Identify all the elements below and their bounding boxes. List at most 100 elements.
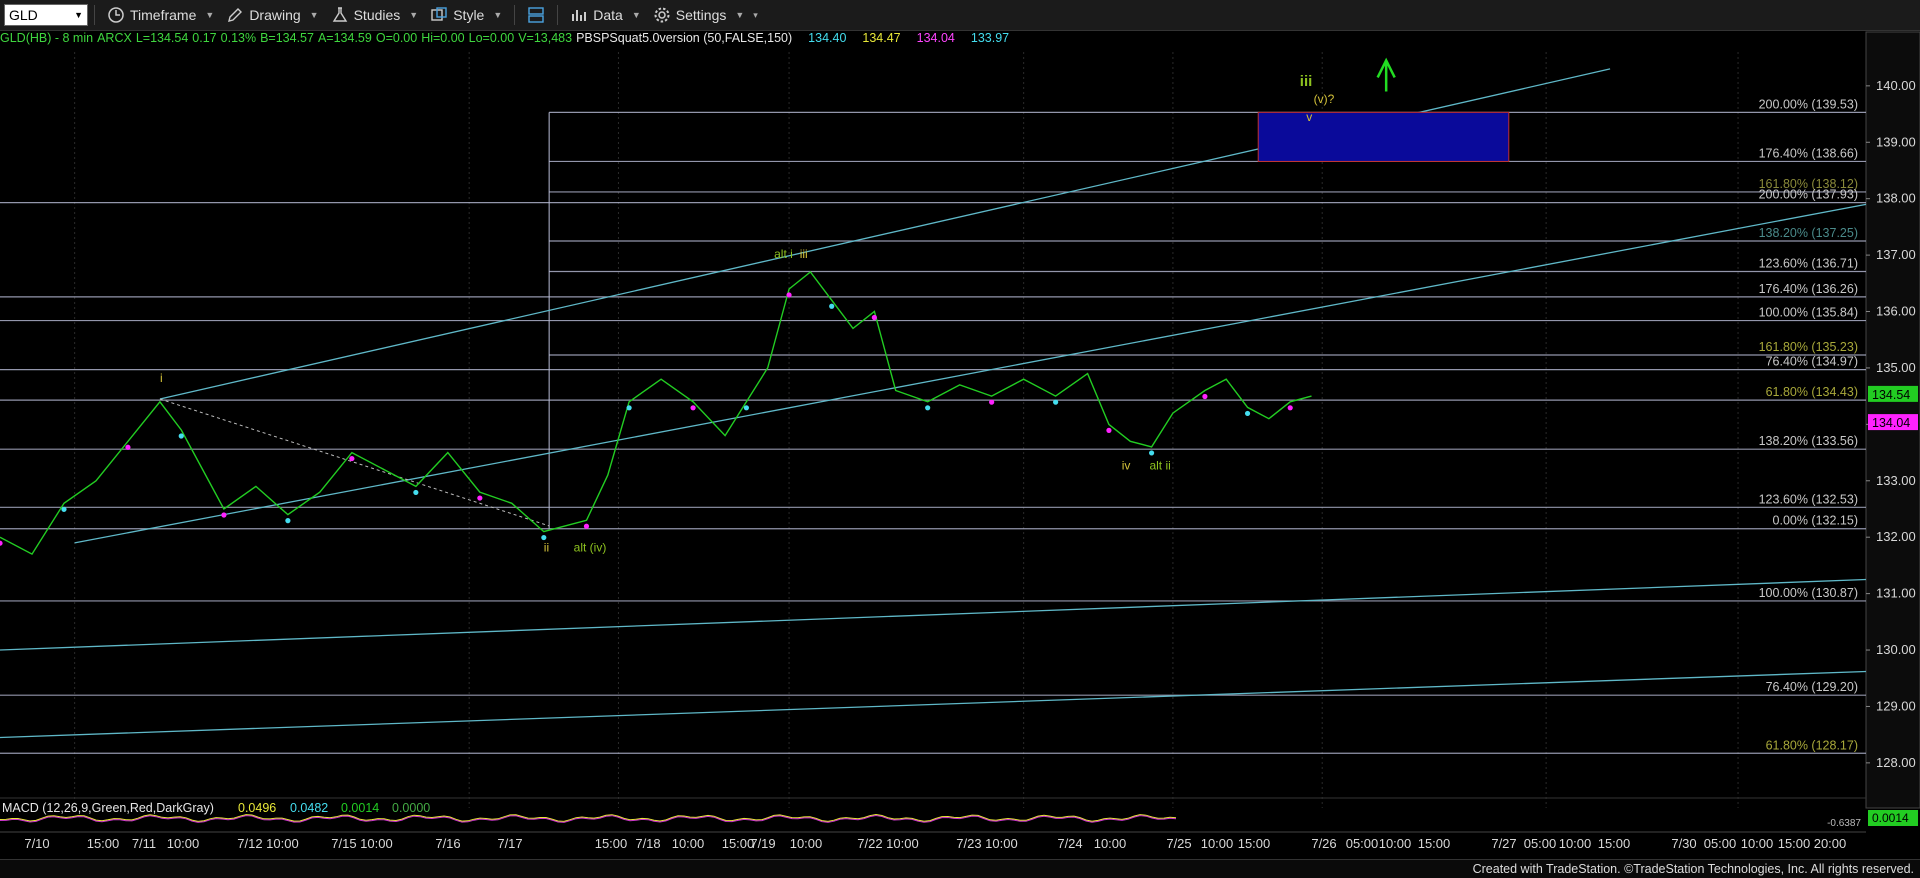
signal-dot bbox=[743, 405, 750, 411]
studies-label: Studies bbox=[353, 7, 401, 23]
exchange: ARCX bbox=[97, 31, 132, 45]
x-tick-label: 7/17 bbox=[497, 836, 522, 851]
y-tick-label: 130.00 bbox=[1876, 642, 1916, 657]
high-price: Hi=0.00 bbox=[421, 31, 465, 45]
symbol-selector[interactable]: GLD ▼ bbox=[4, 4, 88, 26]
fib-label: 61.80% (128.17) bbox=[1766, 738, 1858, 752]
y-tick-label: 136.00 bbox=[1876, 304, 1916, 319]
signal-dot bbox=[626, 405, 632, 411]
settings-label: Settings bbox=[675, 7, 727, 23]
x-tick-label: 15:00 bbox=[1598, 836, 1631, 851]
clock-icon bbox=[108, 7, 124, 23]
signal-dot bbox=[1053, 399, 1059, 405]
chevron-down-icon: ▼ bbox=[205, 10, 215, 20]
settings-button[interactable]: Settings ▼ ▾ bbox=[647, 3, 764, 27]
macd-value: 0.0496 bbox=[238, 801, 276, 815]
signal-dot bbox=[989, 399, 995, 405]
x-tick-label: 7/19 bbox=[750, 836, 775, 851]
pencil-icon bbox=[228, 8, 243, 22]
signal-dot bbox=[1244, 410, 1251, 417]
info-bar: GLD(HB) - 8 min ARCX L=134.54 0.17 0.13%… bbox=[0, 31, 1013, 49]
fib-label: 176.40% (138.66) bbox=[1759, 146, 1858, 160]
macd-tag-label: 0.0014 bbox=[1872, 811, 1909, 825]
fib-label: 123.60% (136.71) bbox=[1759, 256, 1858, 270]
fib-label: 161.80% (135.23) bbox=[1759, 340, 1858, 354]
bid-price: B=134.57 bbox=[260, 31, 314, 45]
x-tick-label: 10:00 bbox=[1094, 836, 1127, 851]
style-icon bbox=[431, 7, 447, 21]
macd-label: MACD (12,26,9,Green,Red,DarkGray) bbox=[2, 801, 214, 815]
x-tick-label: 05:00 bbox=[1346, 836, 1379, 851]
y-tick-label: 133.00 bbox=[1876, 473, 1916, 488]
fib-label: 138.20% (137.25) bbox=[1759, 226, 1858, 240]
chevron-down-icon: ▼ bbox=[409, 10, 419, 20]
wave-label: iii bbox=[1300, 73, 1313, 90]
fib-levels: 200.00% (139.53) 176.40% (138.66) 161.80% … bbox=[0, 97, 1866, 754]
style-button[interactable]: Style ▼ bbox=[424, 3, 508, 27]
channel-line bbox=[74, 203, 1867, 544]
layout-button[interactable] bbox=[521, 3, 551, 27]
chevron-down-icon: ▼ bbox=[493, 10, 503, 20]
chevron-down-icon: ▼ bbox=[74, 10, 83, 20]
net-change: 0.17 bbox=[192, 31, 217, 45]
target-box bbox=[1257, 57, 1510, 162]
price-series bbox=[0, 271, 1312, 556]
signal-dot bbox=[1106, 427, 1112, 433]
x-tick-label: 7/26 bbox=[1311, 836, 1336, 851]
toolbar-separator bbox=[557, 5, 559, 25]
x-tick-label: 15:00 bbox=[1418, 836, 1451, 851]
study-value-1: 134.40 bbox=[808, 31, 847, 45]
wave-label: iii bbox=[800, 247, 808, 261]
price-tag-label: 134.04 bbox=[1872, 416, 1910, 430]
fib-label: 200.00% (139.53) bbox=[1759, 97, 1858, 111]
signal-dot bbox=[125, 444, 131, 450]
signal-dot bbox=[871, 314, 877, 321]
x-tick-label: 05:00 bbox=[1524, 836, 1557, 851]
y-tick-label: 132.00 bbox=[1876, 529, 1916, 544]
toolbar: GLD ▼ Timeframe ▼ Drawing ▼ Studies ▼ St… bbox=[0, 0, 1920, 31]
y-tick-label: 138.00 bbox=[1876, 191, 1916, 206]
x-tick-label: 7/22 10:00 bbox=[857, 836, 918, 851]
y-tick-label: 131.00 bbox=[1876, 586, 1916, 601]
signal-dot bbox=[413, 489, 419, 496]
fib-label: 138.20% (133.56) bbox=[1759, 434, 1858, 448]
signal-dot bbox=[690, 405, 696, 411]
timeframe-button[interactable]: Timeframe ▼ bbox=[101, 3, 220, 27]
signal-dot bbox=[1287, 405, 1293, 411]
x-tick-label: 15:00 bbox=[1238, 836, 1271, 851]
signal-dot bbox=[1202, 393, 1208, 400]
wave-label: alt i bbox=[774, 247, 793, 261]
data-button[interactable]: Data ▼ bbox=[564, 3, 647, 27]
studies-button[interactable]: Studies ▼ bbox=[325, 3, 425, 27]
signal-dot bbox=[829, 303, 835, 309]
price-tag-label: 134.54 bbox=[1872, 388, 1910, 402]
x-tick-label: 10:00 bbox=[790, 836, 823, 851]
x-tick-label: 7/25 bbox=[1166, 836, 1191, 851]
symbol-description: GLD(HB) - 8 min bbox=[0, 31, 94, 45]
chevron-down-icon: ▾ bbox=[753, 9, 758, 20]
fib-label: 123.60% (132.53) bbox=[1759, 492, 1858, 506]
trend-channels bbox=[0, 68, 1867, 739]
copyright-footer: Created with TradeStation. ©TradeStation… bbox=[1472, 862, 1914, 876]
x-tick-label: 7/10 bbox=[24, 836, 49, 851]
wave-labels: iii alt (iv)alt i iiiiv alt iiiii(v)?v bbox=[160, 73, 1335, 554]
macd-value: 0.0482 bbox=[290, 801, 328, 815]
fib-label: 176.40% (136.26) bbox=[1759, 282, 1858, 296]
study-value-4: 133.97 bbox=[970, 31, 1010, 45]
macd-panel: MACD (12,26,9,Green,Red,DarkGray) 0.0496 0… bbox=[0, 797, 1918, 829]
signal-dot bbox=[221, 512, 227, 518]
wave-label: i bbox=[160, 371, 163, 385]
flask-icon bbox=[332, 7, 347, 22]
wave-label: v bbox=[1306, 110, 1312, 124]
open-price: O=0.00 bbox=[375, 31, 418, 45]
signal-dot bbox=[349, 455, 355, 462]
y-tick-label: 128.00 bbox=[1876, 755, 1916, 770]
signal-dot bbox=[925, 405, 931, 411]
price-chart[interactable]: 200.00% (139.53) 176.40% (138.66) 161.80% … bbox=[0, 0, 1920, 860]
x-tick-label: 15:00 bbox=[595, 836, 628, 851]
macd-axis-label: -0.6387 bbox=[1827, 818, 1861, 829]
drawing-button[interactable]: Drawing ▼ bbox=[220, 3, 324, 27]
ask-price: A=134.59 bbox=[317, 31, 372, 45]
x-tick-label: 7/27 bbox=[1491, 836, 1516, 851]
chevron-down-icon: ▼ bbox=[309, 10, 319, 20]
